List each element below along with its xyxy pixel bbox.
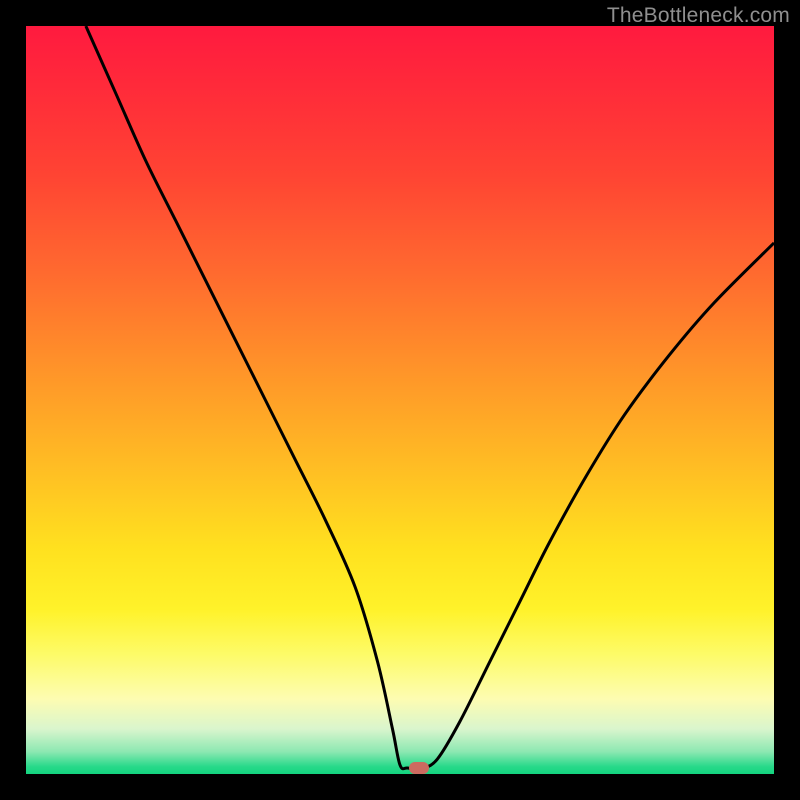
chart-frame: TheBottleneck.com [0, 0, 800, 800]
optimal-point-marker [409, 762, 429, 774]
bottleneck-curve [26, 26, 774, 774]
plot-area [26, 26, 774, 774]
watermark-text: TheBottleneck.com [607, 4, 790, 28]
curve-path [86, 26, 774, 769]
